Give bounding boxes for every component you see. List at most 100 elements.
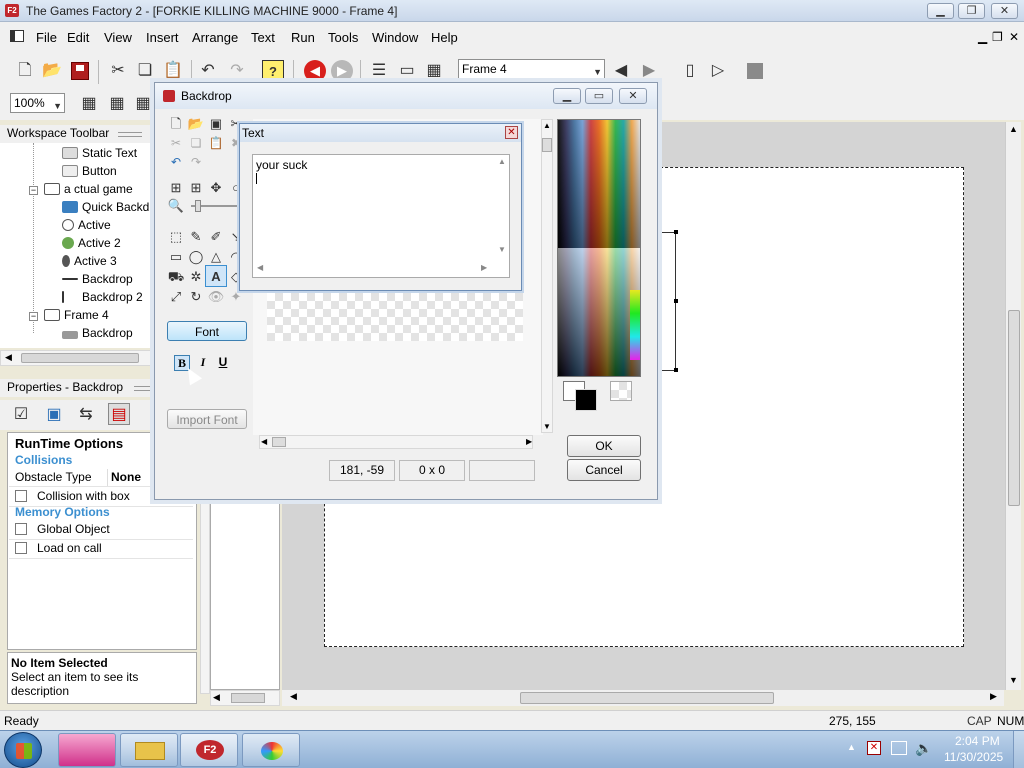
spray-icon[interactable]: ✲ (185, 266, 207, 288)
taskbar-app-games-icon[interactable] (58, 733, 116, 767)
transparent-color-swatch[interactable] (610, 381, 632, 401)
object-bar-h-scrollbar[interactable]: ◀ (210, 690, 280, 706)
network-icon[interactable] (891, 741, 907, 755)
open-folder-icon[interactable]: 📂 (41, 60, 63, 82)
display-tab-icon[interactable]: ▣ (43, 404, 65, 426)
next-frame-icon[interactable]: ▶ (331, 60, 353, 82)
selection-icon[interactable]: ⬚ (165, 226, 187, 248)
menu-tools[interactable]: Tools (328, 30, 358, 45)
flip-vertical-icon[interactable]: ⊞ (185, 177, 207, 199)
tree-item-active-3[interactable]: Active 3 (62, 254, 117, 268)
ellipse-icon[interactable]: ◯ (185, 246, 207, 268)
runtime-tab-icon[interactable]: ▤ (108, 403, 130, 425)
frame-forward-icon[interactable]: ▶ (638, 60, 660, 82)
zoom-slider[interactable] (191, 200, 243, 212)
italic-button[interactable]: I (195, 355, 211, 371)
menu-window[interactable]: Window (372, 30, 418, 45)
collapse-icon[interactable]: − (29, 312, 38, 321)
global-object-checkbox[interactable] (15, 523, 27, 535)
taskbar-explorer-icon[interactable] (120, 733, 178, 767)
dialog-minimize-button[interactable]: ▁ (553, 88, 581, 104)
load-on-call-checkbox[interactable] (15, 542, 27, 554)
load-on-call-row[interactable]: Load on call (9, 540, 193, 559)
resize-icon[interactable]: ✥ (205, 177, 227, 199)
start-button[interactable] (4, 732, 42, 768)
grip[interactable] (118, 132, 142, 137)
underline-button[interactable]: U (215, 355, 231, 371)
hotspot-tool-icon[interactable]: ⤢ (165, 286, 187, 308)
tree-item-backdrop[interactable]: Backdrop (62, 272, 133, 286)
menu-file[interactable]: File (36, 30, 57, 45)
paste-icon[interactable]: 📋 (205, 132, 227, 154)
tray-expand-icon[interactable]: ▲ (847, 742, 856, 752)
tree-item-quick-backdrop[interactable]: Quick Backd (62, 200, 149, 214)
transparent-area[interactable] (267, 293, 523, 341)
cut-icon[interactable]: ✂ (107, 60, 129, 82)
rotate-icon[interactable]: ↻ (185, 286, 207, 308)
menu-edit[interactable]: Edit (67, 30, 89, 45)
color-picker-icon[interactable]: ✎ (185, 226, 207, 248)
brush-icon[interactable]: ✐ (205, 226, 227, 248)
new-file-icon[interactable]: 🗋 (14, 60, 36, 82)
taskbar-paint-icon[interactable] (242, 733, 300, 767)
tree-item-frame-4[interactable]: Frame 4 (44, 308, 109, 322)
resize-handle[interactable] (674, 368, 678, 372)
frame-select[interactable]: Frame 4 ▼ (458, 59, 605, 79)
ok-button[interactable]: OK (567, 435, 641, 457)
storyboard-icon[interactable]: ☰ (368, 60, 390, 82)
tree-item-backdrop-2[interactable]: Backdrop 2 (62, 290, 143, 304)
foreground-color-swatch[interactable] (575, 389, 597, 411)
mdi-restore-button[interactable]: ❐ (992, 30, 1003, 44)
grid-icon[interactable]: ▦ (78, 93, 100, 115)
mdi-close-button[interactable]: ✕ (1009, 30, 1019, 44)
visibility-icon[interactable]: 👁 (205, 286, 227, 308)
show-desktop-button[interactable] (1013, 731, 1024, 768)
editor-h-scrollbar[interactable]: ◀ ▶ (282, 690, 1004, 706)
resize-handle[interactable] (674, 299, 678, 303)
text-input-area[interactable]: your suck ▲ ▼ ◀ ▶ (252, 154, 510, 278)
menu-run[interactable]: Run (291, 30, 315, 45)
snap-grid-icon[interactable]: ▦ (106, 93, 128, 115)
clock-time[interactable]: 2:04 PM (955, 734, 1000, 748)
dialog-maximize-button[interactable]: ▭ (585, 88, 613, 104)
resize-handle[interactable] (674, 230, 678, 234)
help-icon[interactable]: ? (262, 60, 284, 82)
zoom-icon[interactable]: 🔍 (165, 195, 187, 217)
copy-icon[interactable]: ❏ (134, 60, 156, 82)
dialog-close-button[interactable]: ✕ (619, 88, 647, 104)
obstacle-type-value[interactable]: None (111, 470, 141, 484)
cancel-button[interactable]: Cancel (567, 459, 641, 481)
frame-back-icon[interactable]: ◀ (610, 60, 632, 82)
text-tool-icon[interactable]: A (205, 265, 227, 287)
stop-icon[interactable] (744, 60, 766, 82)
tree-item-active-2[interactable]: Active 2 (62, 236, 121, 250)
minimize-button[interactable]: ▁ (927, 3, 954, 19)
taskbar-games-factory-icon[interactable]: F2 (180, 733, 238, 767)
redo-icon[interactable]: ↷ (226, 60, 248, 82)
text-v-scrollbar[interactable]: ▲ ▼ (497, 157, 509, 257)
close-button[interactable]: ✕ (991, 3, 1018, 19)
show-grid-icon[interactable]: ▦ (132, 93, 154, 115)
menu-text[interactable]: Text (251, 30, 275, 45)
frame-editor-icon[interactable]: ▭ (396, 60, 418, 82)
clock-date[interactable]: 11/30/2025 (944, 750, 1003, 764)
menu-help[interactable]: Help (431, 30, 458, 45)
collision-box-checkbox[interactable] (15, 490, 27, 502)
redo-icon[interactable]: ↷ (185, 151, 207, 173)
global-object-row[interactable]: Global Object (9, 521, 193, 540)
mdi-window-icon[interactable] (10, 30, 24, 42)
editor-v-scrollbar[interactable]: ▲ ▼ (1005, 122, 1021, 690)
play-frame-icon[interactable]: ▯ (679, 60, 701, 82)
menu-arrange[interactable]: Arrange (192, 30, 238, 45)
maximize-button[interactable]: ❐ (958, 3, 985, 19)
volume-icon[interactable]: 🔈 (915, 740, 932, 757)
canvas-h-scrollbar[interactable]: ◀ ▶ (259, 435, 533, 449)
zoom-select[interactable]: 100% ▼ (10, 93, 65, 113)
run-frame-icon[interactable]: ▷ (707, 60, 729, 82)
tree-item-active[interactable]: Active (62, 218, 111, 232)
tree-item-static-text[interactable]: Static Text (62, 146, 137, 160)
text-h-scrollbar[interactable]: ◀ ▶ (255, 263, 495, 275)
tree-item-button[interactable]: Button (62, 164, 117, 178)
paste-icon[interactable]: 📋 (162, 60, 184, 82)
rectangle-icon[interactable]: ▭ (165, 246, 187, 268)
